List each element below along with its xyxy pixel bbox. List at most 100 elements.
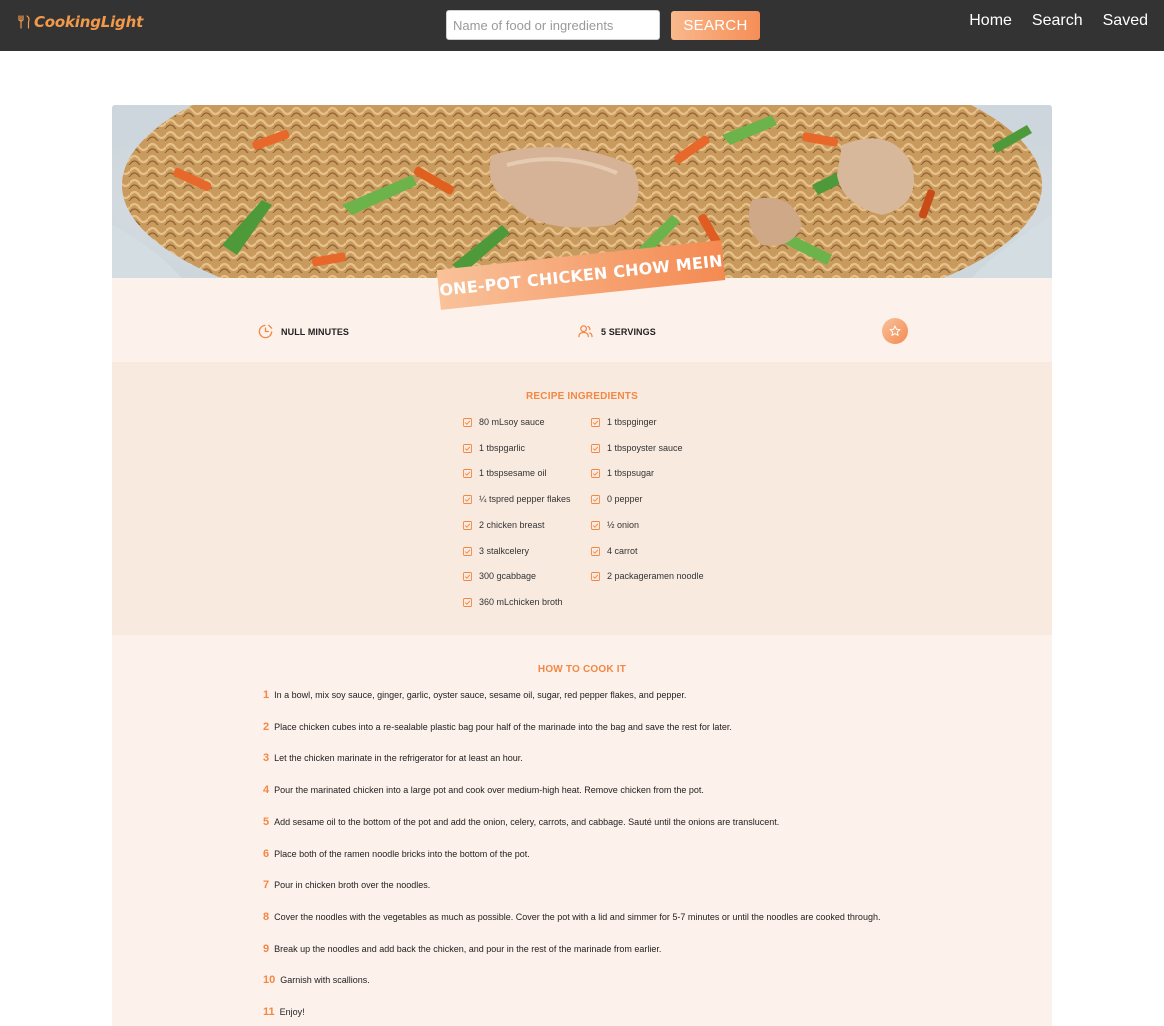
step-number: 7 (263, 879, 270, 891)
search-input[interactable] (446, 10, 660, 40)
navbar: CookingLight SEARCH Home Search Saved (0, 0, 1164, 51)
ingredient-text: 80 mLsoy sauce (479, 417, 545, 427)
direction-step: 8 Cover the noodles with the vegetables a… (263, 911, 880, 923)
users-icon (578, 325, 593, 338)
search-button[interactable]: SEARCH (671, 11, 760, 40)
step-text: Garnish with scallions. (280, 975, 370, 985)
check-icon (463, 443, 472, 453)
step-number: 4 (263, 784, 270, 796)
step-number: 1 (263, 689, 270, 701)
direction-step: 11 Enjoy! (263, 1006, 305, 1018)
directions-title: HOW TO COOK IT (537, 664, 627, 675)
check-icon (591, 468, 600, 478)
step-number: 6 (263, 848, 270, 860)
ingredient-item: ½ onion (591, 520, 639, 530)
ingredient-item: 1 tbspsesame oil (463, 468, 547, 478)
ingredient-text: 1 tbspsugar (607, 468, 655, 478)
step-text: In a bowl, mix soy sauce, ginger, garlic… (274, 690, 687, 700)
ingredient-item: 1 tbspsugar (591, 468, 654, 478)
ingredient-item: 2 packageramen noodle (591, 571, 704, 581)
step-text: Cover the noodles with the vegetables as… (274, 912, 881, 922)
step-number: 9 (263, 943, 270, 955)
bookmark-button[interactable] (882, 318, 908, 344)
check-icon (591, 520, 600, 530)
nav-links: Home Search Saved (969, 0, 1148, 41)
ingredient-item: 1 tbspginger (591, 417, 657, 427)
ingredient-item: 360 mLchicken broth (463, 597, 563, 607)
ingredient-text: 1 tbspgarlic (479, 443, 526, 453)
ingredient-item: 4 carrot (591, 546, 638, 556)
step-text: Place chicken cubes into a re-sealable p… (274, 722, 732, 732)
direction-step: 10 Garnish with scallions. (263, 974, 370, 986)
step-text: Let the chicken marinate in the refriger… (274, 753, 523, 763)
step-number: 3 (263, 752, 270, 764)
step-number: 11 (263, 1006, 275, 1018)
direction-step: 6 Place both of the ramen noodle bricks i… (263, 848, 530, 860)
ingredient-text: 300 gcabbage (479, 571, 537, 581)
recipe-card: ONE-POT CHICKEN CHOW MEIN NULL MINUTES 5… (112, 105, 1052, 1026)
step-number: 5 (263, 816, 270, 828)
direction-step: 5 Add sesame oil to the bottom of the pot… (263, 816, 779, 828)
nav-link-search[interactable]: Search (1032, 12, 1083, 30)
ingredient-text: ½ onion (607, 520, 640, 530)
ingredient-item: 300 gcabbage (463, 571, 536, 581)
step-number: 8 (263, 911, 270, 923)
ingredient-text: 0 pepper (607, 494, 643, 504)
logo-text: CookingLight (34, 13, 144, 31)
ingredient-item: ¼ tspred pepper flakes (463, 494, 571, 504)
check-icon (463, 571, 472, 581)
ingredient-item: 1 tbspgarlic (463, 443, 525, 453)
duration-detail: NULL MINUTES (257, 323, 349, 340)
star-icon (889, 325, 901, 336)
step-text: Break up the noodles and add back the ch… (274, 944, 662, 954)
fork-knife-icon (18, 15, 30, 29)
servings-text: 5 SERVINGS (601, 326, 656, 337)
clock-icon (258, 324, 273, 339)
ingredients-title: RECIPE INGREDIENTS (526, 391, 638, 402)
nav-link-saved[interactable]: Saved (1103, 12, 1148, 30)
check-icon (463, 417, 472, 427)
directions-section: HOW TO COOK IT 1 In a bowl, mix soy sauce… (112, 635, 1052, 1026)
check-icon (591, 571, 600, 581)
step-number: 2 (263, 721, 270, 733)
duration-text: NULL MINUTES (281, 326, 350, 337)
ingredient-item: 80 mLsoy sauce (463, 417, 545, 427)
direction-step: 9 Break up the noodles and add back the c… (263, 943, 661, 955)
ingredient-text: ¼ tspred pepper flakes (479, 494, 571, 504)
recipe-hero-image (112, 105, 1052, 278)
check-icon (463, 468, 472, 478)
logo[interactable]: CookingLight (17, 11, 143, 33)
check-icon (463, 520, 472, 530)
step-text: Enjoy! (279, 1007, 305, 1017)
direction-step: 3 Let the chicken marinate in the refrige… (263, 752, 523, 764)
ingredient-text: 1 tbspsesame oil (479, 468, 547, 478)
ingredient-text: 3 stalkcelery (479, 546, 530, 556)
check-icon (463, 494, 472, 504)
ingredient-text: 4 carrot (607, 546, 638, 556)
ingredient-text: 1 tbspginger (607, 417, 657, 427)
ingredient-text: 360 mLchicken broth (479, 597, 563, 607)
direction-step: 1 In a bowl, mix soy sauce, ginger, garli… (263, 689, 686, 701)
ingredient-text: 2 packageramen noodle (607, 571, 704, 581)
check-icon (591, 546, 600, 556)
direction-step: 2 Place chicken cubes into a re-sealable … (263, 721, 732, 733)
step-text: Place both of the ramen noodle bricks in… (274, 849, 530, 859)
step-text: Add sesame oil to the bottom of the pot … (274, 817, 780, 827)
check-icon (463, 546, 472, 556)
ingredient-item: 1 tbspoyster sauce (591, 443, 683, 453)
ingredients-section: RECIPE INGREDIENTS 80 mLsoy sauce 1 tbspg… (112, 362, 1052, 635)
ingredient-item: 2 chicken breast (463, 520, 545, 530)
ingredient-text: 1 tbspoyster sauce (607, 443, 683, 453)
step-text: Pour in chicken broth over the noodles. (274, 880, 431, 890)
direction-step: 7 Pour in chicken broth over the noodles. (263, 879, 430, 891)
ingredient-item: 0 pepper (591, 494, 643, 504)
check-icon (591, 443, 600, 453)
servings-detail: 5 SERVINGS (577, 323, 656, 340)
step-number: 10 (263, 974, 276, 986)
step-text: Pour the marinated chicken into a large … (274, 785, 704, 795)
check-icon (591, 494, 600, 504)
check-icon (591, 417, 600, 427)
direction-step: 4 Pour the marinated chicken into a large… (263, 784, 704, 796)
nav-link-home[interactable]: Home (969, 12, 1012, 30)
ingredient-text: 2 chicken breast (479, 520, 545, 530)
